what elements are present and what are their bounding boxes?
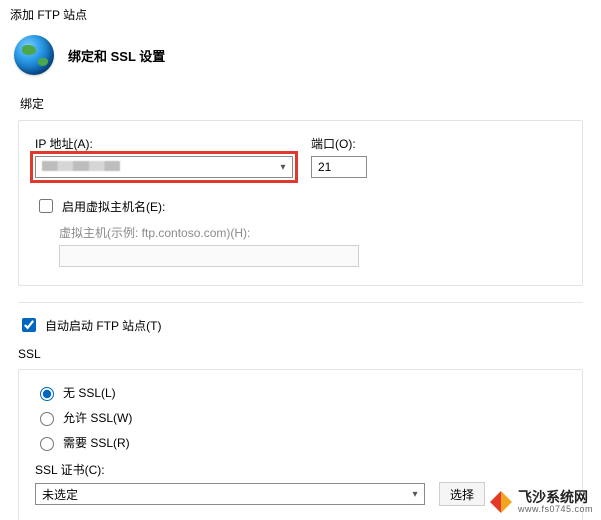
watermark: 飞沙系统网 www.fs0745.com [490,490,593,514]
enable-virtual-host-label: 启用虚拟主机名(E): [62,198,165,215]
ssl-option-allow[interactable]: 允许 SSL(W) [35,409,566,426]
wizard-step-title: 绑定和 SSL 设置 [68,46,165,65]
ip-address-label: IP 地址(A): [35,135,293,152]
binding-group: 绑定 IP 地址(A): ▾ [18,95,583,286]
ssl-cert-dropdown[interactable]: 未选定 ▾ [35,483,425,505]
ssl-option-require-label: 需要 SSL(R) [63,434,130,451]
ip-address-dropdown[interactable]: ▾ [35,156,293,178]
autostart-checkbox[interactable] [22,318,36,332]
watermark-title: 飞沙系统网 [518,490,593,505]
port-input[interactable] [311,156,367,178]
ssl-group-title: SSL [18,347,583,361]
port-label: 端口(O): [311,135,367,152]
ssl-option-require[interactable]: 需要 SSL(R) [35,434,566,451]
ssl-option-none[interactable]: 无 SSL(L) [35,384,566,401]
wizard-header: 绑定和 SSL 设置 [0,27,601,89]
ssl-cert-label: SSL 证书(C): [35,461,566,478]
ssl-radio-require[interactable] [40,437,54,451]
chevron-down-icon[interactable]: ▾ [274,162,292,173]
ssl-radio-none[interactable] [40,387,54,401]
virtual-host-input [59,245,359,267]
autostart-label: 自动启动 FTP 站点(T) [45,317,161,334]
watermark-url: www.fs0745.com [518,505,593,514]
ip-address-redacted [36,160,120,174]
select-cert-button[interactable]: 选择 [439,482,485,506]
ssl-cert-value: 未选定 [36,486,406,503]
window-title: 添加 FTP 站点 [0,0,601,27]
binding-group-title: 绑定 [20,95,583,112]
ssl-option-allow-label: 允许 SSL(W) [63,409,132,426]
ssl-option-none-label: 无 SSL(L) [63,384,116,401]
virtual-host-input-label: 虚拟主机(示例: ftp.contoso.com)(H): [59,224,566,241]
watermark-logo-icon [490,491,512,513]
globe-icon [14,35,54,75]
enable-virtual-host-checkbox[interactable] [39,199,53,213]
wizard-body: 绑定 IP 地址(A): ▾ [0,95,601,520]
ssl-radio-allow[interactable] [40,412,54,426]
add-ftp-site-wizard: { "titlebar": "添加 FTP 站点", "header": { "… [0,0,601,520]
divider [18,302,583,303]
chevron-down-icon[interactable]: ▾ [406,489,424,500]
